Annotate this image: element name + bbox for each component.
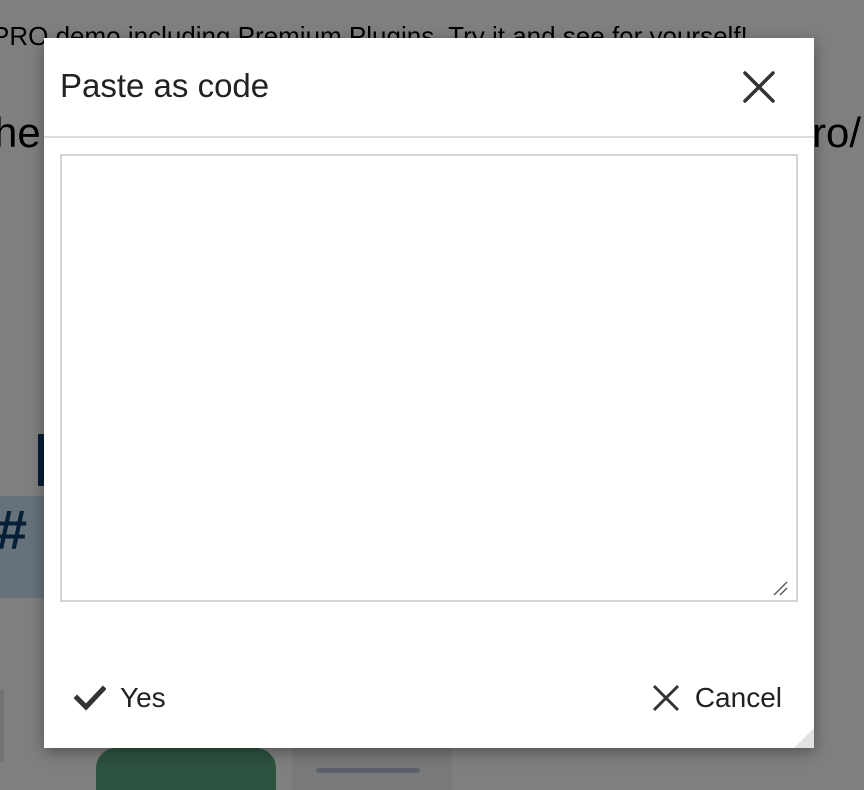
yes-button[interactable]: Yes — [74, 678, 166, 718]
dialog-title: Paste as code — [60, 67, 270, 104]
resize-grip-icon[interactable] — [794, 728, 814, 748]
cancel-button[interactable]: Cancel — [651, 678, 782, 718]
cancel-button-label: Cancel — [694, 682, 782, 713]
yes-button-label: Yes — [120, 682, 166, 713]
dialog-footer: Yes Cancel — [44, 668, 814, 728]
dialog-header: Paste as code — [44, 38, 814, 138]
paste-as-code-dialog: Paste as code Yes Cancel — [44, 38, 814, 748]
code-textarea-wrapper — [60, 154, 798, 602]
close-icon — [743, 71, 775, 103]
textarea-resize-handle-icon[interactable] — [772, 580, 788, 596]
close-button[interactable] — [740, 68, 778, 106]
code-textarea[interactable] — [60, 154, 798, 602]
cancel-x-icon — [652, 684, 679, 712]
checkmark-icon — [74, 685, 106, 711]
